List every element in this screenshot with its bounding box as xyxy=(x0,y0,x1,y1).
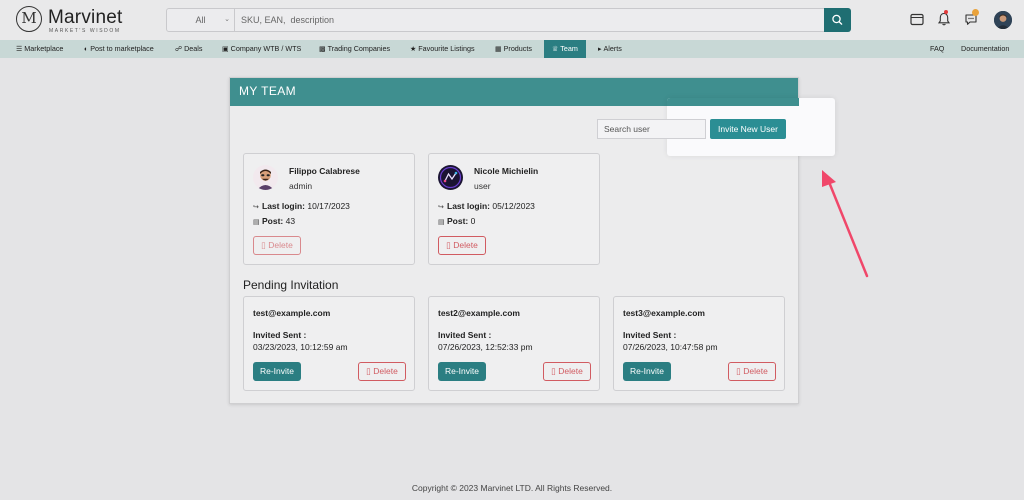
annotation-arrow-icon xyxy=(822,170,869,278)
footer-copyright: Copyright © 2023 Marvinet LTD. All Right… xyxy=(411,483,613,493)
